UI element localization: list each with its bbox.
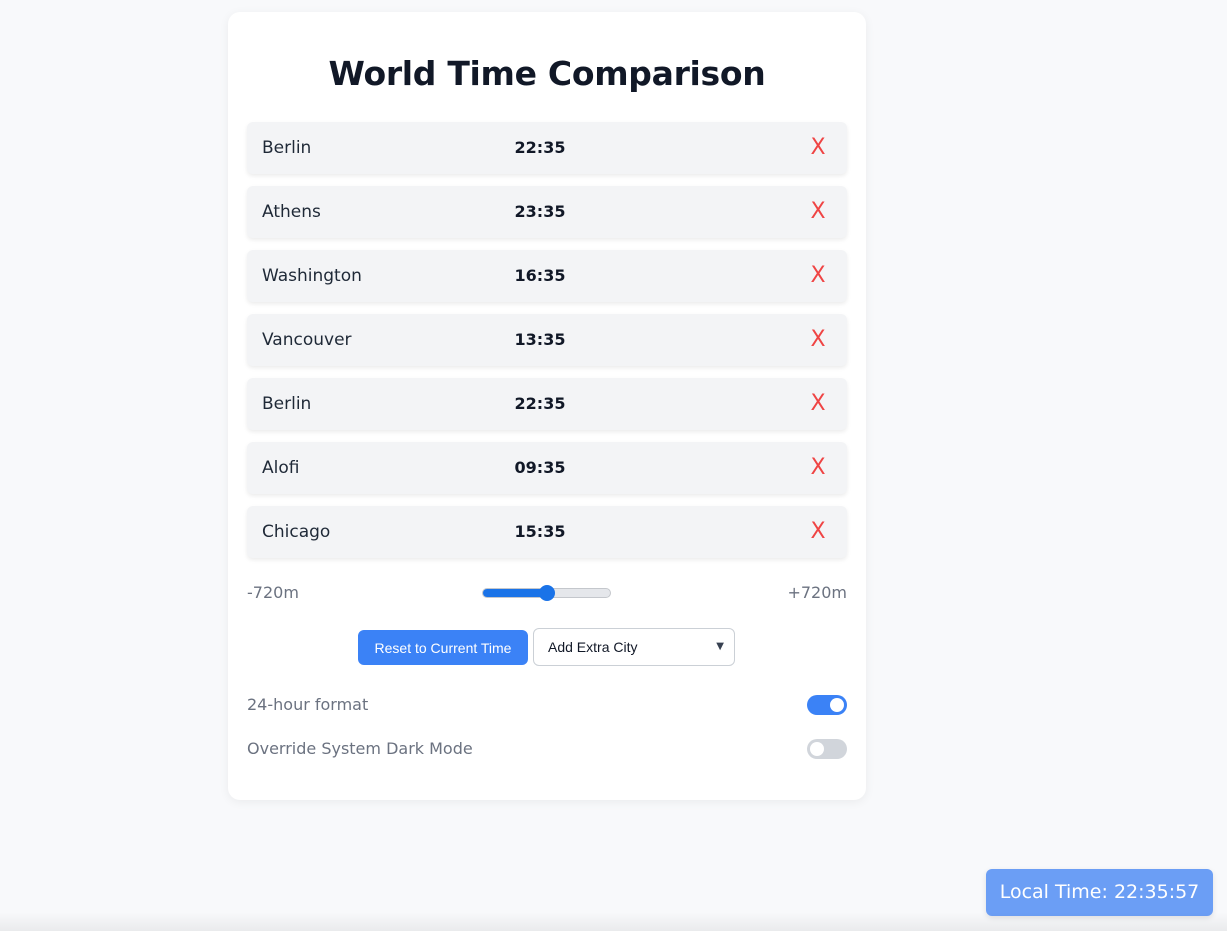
city-row: Berlin 22:35 X: [247, 122, 847, 174]
city-name: Berlin: [262, 394, 312, 414]
remove-city-button[interactable]: X: [803, 453, 833, 483]
remove-city-button[interactable]: X: [803, 517, 833, 547]
city-time: 13:35: [514, 330, 566, 349]
format-setting-row: 24-hour format: [247, 693, 847, 717]
format-toggle[interactable]: [807, 695, 847, 715]
time-offset-slider[interactable]: [482, 585, 611, 601]
add-city-select-value: Add Extra City: [548, 639, 638, 655]
city-name: Alofi: [262, 458, 300, 478]
city-row: Vancouver 13:35 X: [247, 314, 847, 366]
reset-time-button[interactable]: Reset to Current Time: [358, 630, 528, 665]
city-time: 16:35: [514, 266, 566, 285]
remove-city-button[interactable]: X: [803, 325, 833, 355]
page-title: World Time Comparison: [328, 54, 766, 93]
city-row: Chicago 15:35 X: [247, 506, 847, 558]
slider-thumb[interactable]: [538, 585, 555, 601]
remove-city-button[interactable]: X: [803, 197, 833, 227]
city-time: 09:35: [514, 458, 566, 477]
city-list: Berlin 22:35 X Athens 23:35 X Washington…: [247, 122, 847, 570]
dark-mode-toggle-label: Override System Dark Mode: [247, 739, 473, 758]
chevron-down-icon: ▼: [716, 641, 724, 652]
city-time: 22:35: [514, 138, 566, 157]
city-row: Athens 23:35 X: [247, 186, 847, 238]
local-time-badge: Local Time: 22:35:57: [986, 869, 1213, 916]
remove-city-button[interactable]: X: [803, 261, 833, 291]
city-row: Washington 16:35 X: [247, 250, 847, 302]
city-time: 23:35: [514, 202, 566, 221]
city-row: Alofi 09:35 X: [247, 442, 847, 494]
time-offset-slider-row: -720m +720m: [247, 580, 847, 606]
slider-fill: [483, 589, 547, 597]
toggle-knob: [830, 698, 844, 712]
city-time: 15:35: [514, 522, 566, 541]
toggle-knob: [810, 742, 824, 756]
city-time: 22:35: [514, 394, 566, 413]
city-name: Chicago: [262, 522, 331, 542]
format-toggle-label: 24-hour format: [247, 695, 369, 714]
city-name: Washington: [262, 266, 362, 286]
remove-city-button[interactable]: X: [803, 133, 833, 163]
city-name: Berlin: [262, 138, 312, 158]
slider-max-label: +720m: [787, 583, 847, 602]
remove-city-button[interactable]: X: [803, 389, 833, 419]
slider-min-label: -720m: [247, 583, 299, 602]
city-name: Vancouver: [262, 330, 352, 350]
add-city-select[interactable]: Add Extra City ▼: [533, 628, 735, 666]
dark-mode-setting-row: Override System Dark Mode: [247, 737, 847, 761]
bottom-shade: [0, 912, 1227, 931]
city-name: Athens: [262, 202, 321, 222]
world-time-card: World Time Comparison Berlin 22:35 X Ath…: [228, 12, 866, 800]
dark-mode-toggle[interactable]: [807, 739, 847, 759]
city-row: Berlin 22:35 X: [247, 378, 847, 430]
